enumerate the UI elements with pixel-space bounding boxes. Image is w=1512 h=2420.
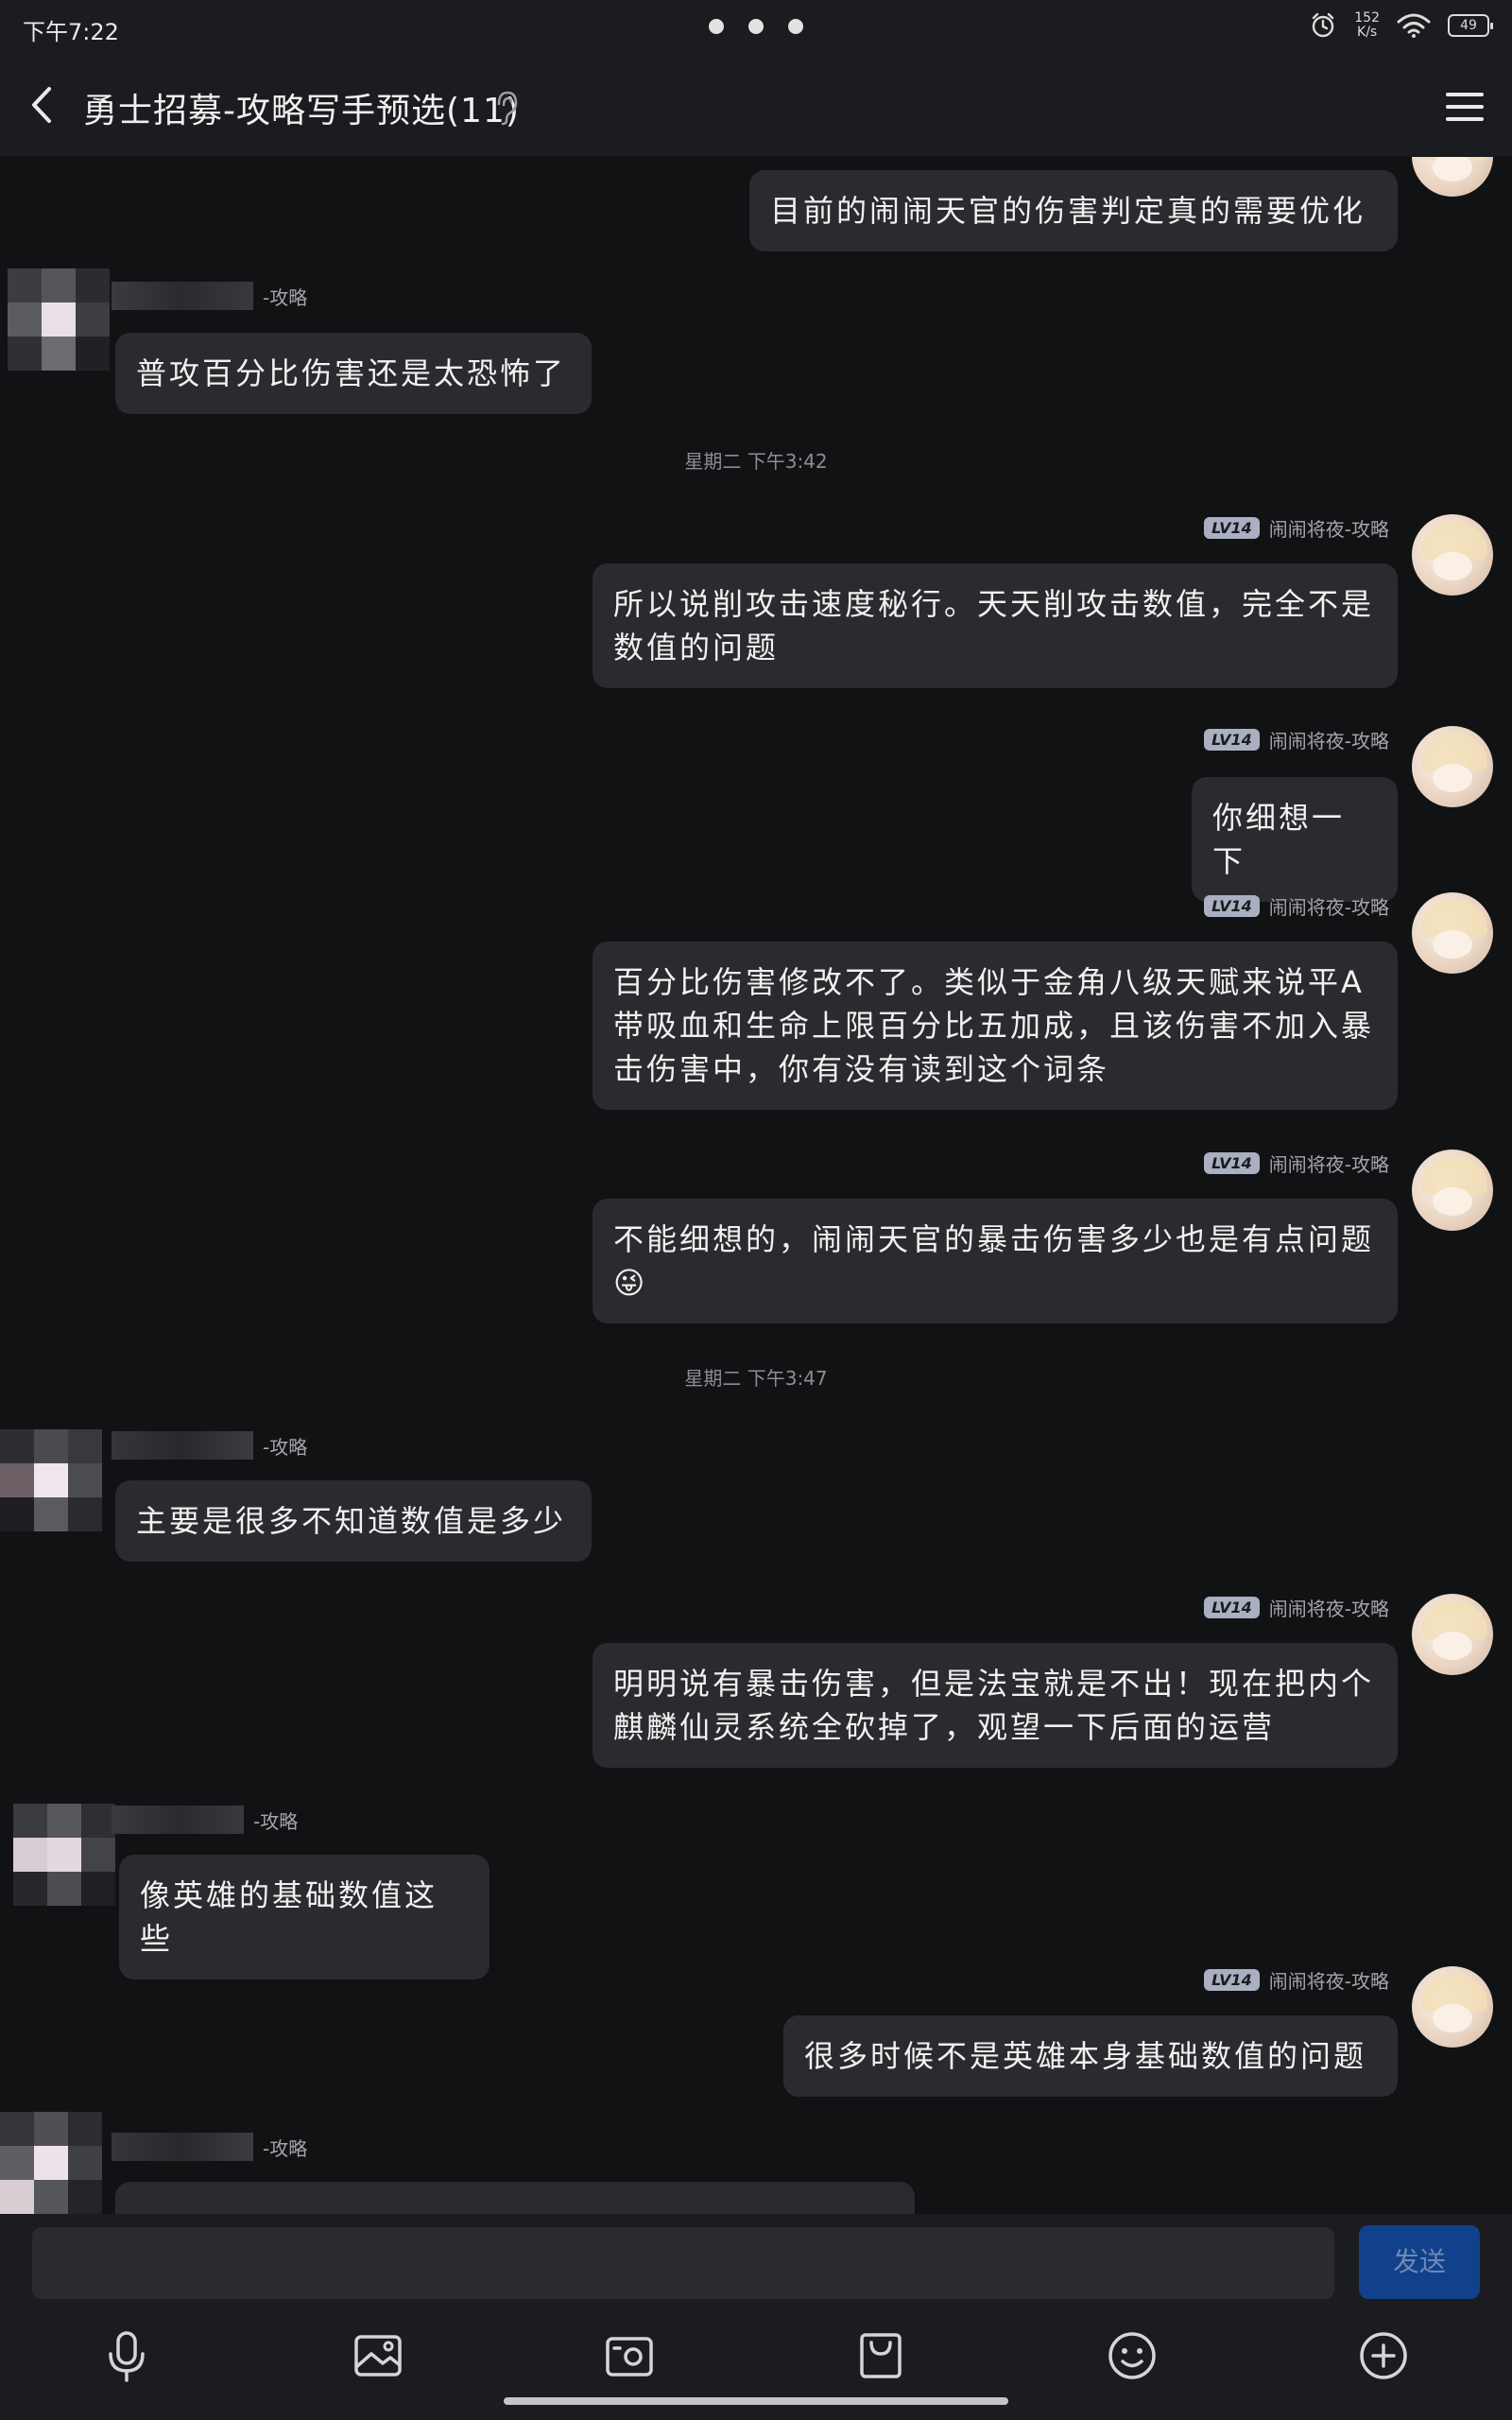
image-icon[interactable] bbox=[348, 2325, 408, 2386]
multitask-dots[interactable] bbox=[709, 19, 803, 34]
message-bubble-self[interactable]: 你细想一下 bbox=[1192, 777, 1398, 902]
hamburger-menu-icon[interactable] bbox=[1440, 83, 1489, 130]
sender-name-self: LV14 闹闹将夜-攻略 bbox=[1204, 1150, 1389, 1177]
level-badge: LV14 bbox=[1204, 1152, 1260, 1174]
chevron-left-icon[interactable] bbox=[19, 81, 66, 129]
message-bubble-self[interactable]: 百分比伤害修改不了。类似于金角八级天赋来说平A带吸血和生命上限百分比五加成，且该… bbox=[593, 942, 1398, 1110]
camera-icon[interactable] bbox=[599, 2325, 660, 2386]
level-badge: LV14 bbox=[1204, 895, 1260, 917]
message-bubble-other[interactable]: 主要是很多不知道数值是多少 bbox=[115, 1480, 592, 1562]
ear-icon bbox=[497, 91, 518, 126]
sender-name-other: -攻略 bbox=[112, 2133, 307, 2161]
self-avatar[interactable] bbox=[1412, 157, 1493, 197]
status-bar: 下午7:22 152 K/s 49 bbox=[0, 0, 1512, 57]
message-bubble-other-partial[interactable] bbox=[115, 2182, 915, 2214]
sender-name-self: LV14 闹闹将夜-攻略 bbox=[1204, 892, 1389, 920]
sender-name-other: -攻略 bbox=[112, 1431, 307, 1460]
self-avatar[interactable] bbox=[1412, 1150, 1493, 1231]
home-indicator[interactable] bbox=[504, 2397, 1008, 2405]
sender-name-self: LV14 闹闹将夜-攻略 bbox=[1204, 1966, 1389, 1994]
message-bubble-other[interactable]: 像英雄的基础数值这些 bbox=[119, 1855, 490, 1979]
self-avatar[interactable] bbox=[1412, 514, 1493, 596]
message-bubble-self[interactable]: 所以说削攻击速度秘行。天天削攻击数值，完全不是数值的问题 bbox=[593, 563, 1398, 688]
sender-name-self: LV14 闹闹将夜-攻略 bbox=[1204, 726, 1389, 753]
timestamp-divider: 星期二 下午3:47 bbox=[684, 1367, 828, 1390]
message-input[interactable] bbox=[32, 2227, 1334, 2299]
self-avatar[interactable] bbox=[1412, 892, 1493, 974]
sender-name-self: LV14 闹闹将夜-攻略 bbox=[1204, 514, 1389, 542]
chat-title[interactable]: 勇士招募-攻略写手预选(11) bbox=[83, 83, 520, 132]
message-bubble-self[interactable]: 明明说有暴击伤害，但是法宝就是不出！现在把内个麒麟仙灵系统全砍掉了，观望一下后面… bbox=[593, 1643, 1398, 1768]
microphone-icon[interactable] bbox=[96, 2325, 157, 2386]
shopping-bag-icon[interactable] bbox=[850, 2325, 911, 2386]
other-avatar-pixelated[interactable] bbox=[8, 268, 112, 372]
level-badge: LV14 bbox=[1204, 1597, 1260, 1618]
status-indicators: 152 K/s 49 bbox=[1309, 10, 1493, 40]
level-badge: LV14 bbox=[1204, 1969, 1260, 1991]
laughing-tongue-emoji: 😜 bbox=[613, 1265, 648, 1301]
message-bubble-self[interactable]: 不能细想的，闹闹天官的暴击伤害多少也是有点问题😜 bbox=[593, 1199, 1398, 1323]
message-composer: 发送 bbox=[0, 2214, 1512, 2420]
self-avatar[interactable] bbox=[1412, 1594, 1493, 1675]
status-time: 下午7:22 bbox=[23, 19, 119, 45]
chat-header: 勇士招募-攻略写手预选(11) bbox=[0, 57, 1512, 157]
other-avatar-pixelated[interactable] bbox=[0, 2112, 104, 2214]
chat-message-list[interactable]: 目前的闹闹天官的伤害判定真的需要优化 -攻略 普攻百分比伤害还是太恐怖了 星期二… bbox=[0, 157, 1512, 2214]
sender-name-self: LV14 闹闹将夜-攻略 bbox=[1204, 1594, 1389, 1621]
wifi-icon bbox=[1397, 13, 1431, 38]
level-badge: LV14 bbox=[1204, 729, 1260, 751]
message-bubble-other[interactable]: 普攻百分比伤害还是太恐怖了 bbox=[115, 333, 592, 414]
plus-circle-icon[interactable] bbox=[1353, 2325, 1414, 2386]
timestamp-divider: 星期二 下午3:42 bbox=[684, 450, 828, 473]
sender-name-other: -攻略 bbox=[112, 1806, 298, 1834]
self-avatar[interactable] bbox=[1412, 1966, 1493, 2048]
other-avatar-pixelated[interactable] bbox=[0, 1429, 104, 1533]
other-avatar-pixelated[interactable] bbox=[13, 1804, 117, 1908]
message-bubble-self[interactable]: 很多时候不是英雄本身基础数值的问题 bbox=[783, 2015, 1398, 2097]
sender-name-other: -攻略 bbox=[112, 282, 307, 310]
network-speed: 152 K/s bbox=[1354, 10, 1380, 40]
emoji-icon[interactable] bbox=[1102, 2325, 1162, 2386]
level-badge: LV14 bbox=[1204, 517, 1260, 539]
self-avatar[interactable] bbox=[1412, 726, 1493, 807]
composer-toolbar bbox=[0, 2325, 1512, 2401]
send-button[interactable]: 发送 bbox=[1359, 2225, 1480, 2299]
alarm-icon bbox=[1313, 12, 1334, 38]
battery-indicator: 49 bbox=[1448, 14, 1493, 37]
message-bubble-self[interactable]: 目前的闹闹天官的伤害判定真的需要优化 bbox=[749, 170, 1398, 251]
